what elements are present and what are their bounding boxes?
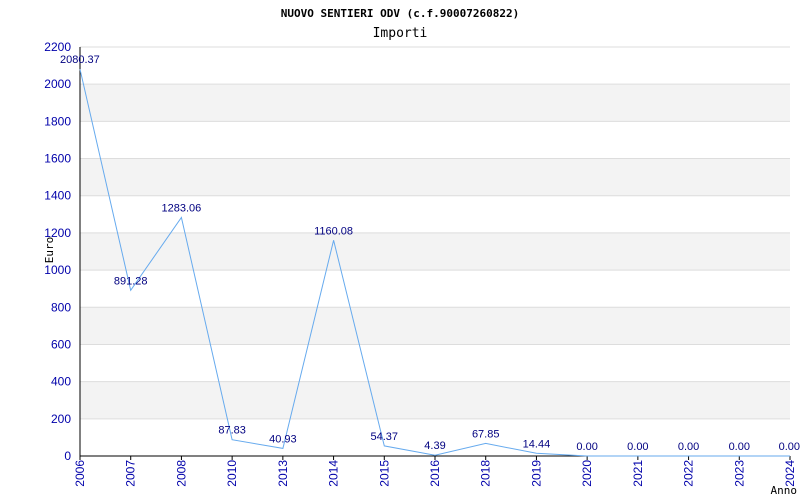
data-label: 0.00	[627, 441, 648, 453]
data-label: 0.00	[779, 441, 800, 453]
data-label: 0.00	[729, 441, 750, 453]
grid-band	[80, 84, 790, 122]
data-label: 54.37	[371, 431, 399, 443]
data-label: 4.39	[424, 440, 445, 452]
data-label: 891.28	[114, 275, 148, 287]
x-tick-label: 2015	[377, 460, 391, 487]
x-tick-label: 2024	[783, 460, 797, 487]
grid-band	[80, 158, 790, 196]
grid-band	[80, 381, 790, 419]
x-tick-label: 2014	[327, 460, 341, 487]
y-tick-label: 1600	[44, 152, 71, 166]
data-label: 67.85	[472, 428, 500, 440]
data-label: 87.83	[218, 425, 246, 437]
chart-subtitle: Importi	[373, 26, 428, 41]
y-tick-label: 2000	[44, 77, 71, 91]
x-tick-label: 2010	[225, 460, 239, 487]
x-tick-label: 2008	[174, 460, 188, 487]
data-label: 1283.06	[162, 202, 202, 214]
y-axis-label: Euro	[43, 237, 56, 264]
data-label: 0.00	[678, 441, 699, 453]
x-tick-label: 2016	[428, 460, 442, 487]
line-chart: 0200400600800100012001400160018002000220…	[43, 7, 800, 497]
x-tick-label: 2020	[580, 460, 594, 487]
grid-band	[80, 307, 790, 345]
y-tick-label: 1800	[44, 114, 71, 128]
x-tick-label: 2023	[732, 460, 746, 487]
data-label: 14.44	[523, 438, 551, 450]
y-tick-label: 800	[51, 300, 71, 314]
x-tick-label: 2019	[529, 460, 543, 487]
y-tick-label: 400	[51, 375, 71, 389]
x-tick-label: 2006	[73, 460, 87, 487]
grid-bands	[80, 84, 790, 419]
y-tick-label: 600	[51, 337, 71, 351]
x-tick-label: 2022	[682, 460, 696, 487]
x-tick-label: 2013	[276, 460, 290, 487]
x-tick-label: 2007	[124, 460, 138, 487]
data-label: 40.93	[269, 433, 297, 445]
y-tick-label: 1000	[44, 263, 71, 277]
chart-title: NUOVO SENTIERI ODV (c.f.90007260822)	[281, 7, 519, 20]
data-label: 0.00	[576, 441, 597, 453]
x-ticks: 2006 2007 2008 2010 2013 2014 2015 2016 2018 2019…	[73, 456, 797, 487]
y-tick-label: 1400	[44, 189, 71, 203]
y-tick-label: 0	[64, 449, 71, 463]
x-axis-label: Anno	[771, 484, 798, 497]
data-label: 2080.37	[60, 54, 100, 66]
y-tick-label: 200	[51, 412, 71, 426]
data-label: 1160.08	[314, 225, 353, 237]
x-tick-label: 2021	[631, 460, 645, 487]
x-tick-label: 2018	[479, 460, 493, 487]
y-tick-label: 2200	[44, 40, 71, 54]
